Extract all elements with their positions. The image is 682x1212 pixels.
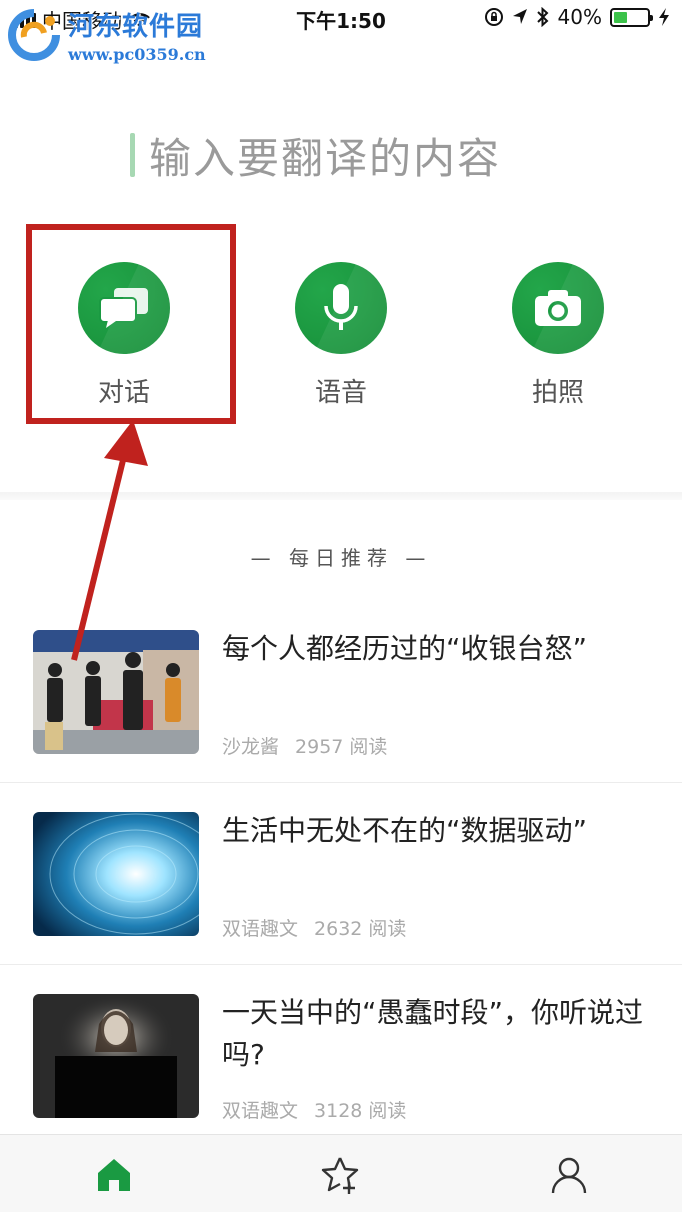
home-icon — [98, 1159, 130, 1191]
battery-percent: 40% — [557, 5, 602, 29]
article-source: 沙龙酱 — [222, 736, 280, 758]
translate-input-placeholder: 输入要翻译的内容 — [149, 133, 502, 183]
section-divider — [0, 492, 682, 500]
translate-input[interactable]: 输入要翻译的内容 — [130, 128, 501, 183]
article-meta: 双语趣文 2632 阅读 — [222, 914, 406, 941]
article-meta: 双语趣文 3128 阅读 — [222, 1096, 406, 1123]
article-thumbnail — [33, 812, 199, 936]
battery-icon — [610, 7, 653, 27]
orientation-lock-icon — [484, 8, 503, 26]
article-item[interactable]: 每个人都经历过的“收银台怒” 沙龙酱 2957 阅读 — [0, 600, 682, 780]
article-reads: 2957 阅读 — [295, 736, 388, 758]
voice-label: 语音 — [314, 378, 367, 408]
article-title: 每个人都经历过的“收银台怒” — [222, 632, 588, 665]
article-thumbnail — [33, 630, 199, 754]
article-title: 生活中无处不在的“数据驱动” — [222, 814, 588, 847]
article-source: 双语趣文 — [222, 1100, 299, 1122]
article-reads: 3128 阅读 — [314, 1100, 407, 1122]
bluetooth-icon — [536, 7, 549, 27]
article-item[interactable]: 一天当中的“愚蠢时段”，你听说过吗? 双语趣文 3128 阅读 — [0, 964, 682, 1144]
article-reads: 2632 阅读 — [314, 918, 407, 940]
article-item[interactable]: 生活中无处不在的“数据驱动” 双语趣文 2632 阅读 — [0, 782, 682, 962]
watermark-url: www.pc0359.cn — [68, 45, 206, 64]
watermark: 河东软件园 www.pc0359.cn — [6, 6, 206, 64]
tab-profile[interactable] — [549, 1155, 589, 1195]
microphone-icon — [295, 262, 387, 354]
article-meta: 沙龙酱 2957 阅读 — [222, 732, 387, 759]
camera-icon — [512, 262, 604, 354]
status-right: 40% — [484, 5, 670, 29]
photo-label: 拍照 — [531, 378, 584, 408]
daily-recommend-heading: — 每日推荐 — — [250, 546, 432, 570]
article-source: 双语趣文 — [222, 918, 299, 940]
charging-icon — [659, 8, 669, 26]
text-cursor — [130, 133, 135, 177]
star-add-icon — [321, 1157, 359, 1194]
watermark-logo-icon — [8, 9, 60, 61]
voice-button[interactable]: 语音 — [281, 262, 401, 409]
highlight-box — [26, 224, 236, 424]
article-thumbnail — [33, 994, 199, 1118]
tab-bar — [0, 1134, 682, 1212]
watermark-name: 河东软件园 — [68, 12, 204, 42]
tab-home[interactable] — [94, 1155, 134, 1195]
user-icon — [551, 1157, 587, 1194]
photo-button[interactable]: 拍照 — [498, 262, 618, 409]
tab-favorites[interactable] — [321, 1155, 361, 1195]
article-title: 一天当中的“愚蠢时段”，你听说过吗? — [222, 996, 644, 1071]
location-icon — [512, 9, 527, 24]
